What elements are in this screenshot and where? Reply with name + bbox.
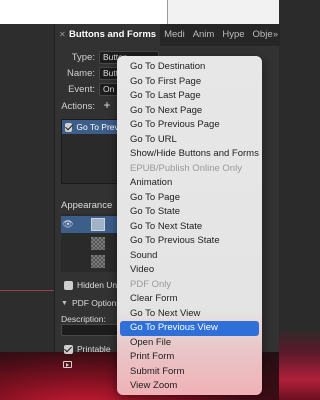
appearance-state-rollover[interactable] [61,235,125,252]
printable-row: Printable [61,344,111,354]
action-list-item[interactable]: Go To Previous [62,120,124,134]
menu-item-open-file[interactable]: Open File [117,336,262,351]
pdf-options-section[interactable]: ▼ PDF Options [61,298,121,308]
double-chevron-right-icon[interactable]: » [273,29,278,39]
menu-item-video[interactable]: Video [117,263,262,278]
menu-header-epub: EPUB/Publish Online Only [130,162,242,174]
menu-item-sound[interactable]: Sound [117,249,262,264]
appearance-thumbnail [91,255,105,268]
menu-item-show-hide-buttons[interactable]: Show/Hide Buttons and Forms [117,147,262,162]
menu-item-go-to-page[interactable]: Go To Page [117,191,262,206]
menu-item-go-to-state[interactable]: Go To State [117,205,262,220]
page-edge [167,0,168,24]
appearance-state-click[interactable] [61,253,125,270]
action-list: Go To Previous [61,119,125,184]
close-icon[interactable]: ✕ [59,30,66,39]
appearance-label: Appearance [61,200,113,211]
menu-item-clear-form[interactable]: Clear Form [117,292,262,307]
add-action-button[interactable]: + [101,99,113,112]
menu-item-go-to-previous-view[interactable]: Go To Previous View [120,321,259,336]
appearance-state-normal[interactable]: 👁 [61,216,125,233]
chevron-down-icon[interactable]: ▼ [61,300,68,307]
menu-item-go-to-last-page[interactable]: Go To Last Page [117,89,262,104]
tab-hyperlinks[interactable]: Hype [218,24,248,46]
pdf-options-label: PDF Options [71,298,121,308]
menu-item-go-to-previous-page[interactable]: Go To Previous Page [117,118,262,133]
menu-item-print-form[interactable]: Print Form [117,350,262,365]
menu-item-submit-form[interactable]: Submit Form [117,365,262,380]
appearance-list: 👁 [61,214,125,272]
actions-label: Actions: [61,100,95,112]
tab-buttons-and-forms[interactable]: Buttons and Forms [55,24,161,46]
appearance-thumbnail [91,237,105,250]
menu-item-go-to-first-page[interactable]: Go To First Page [117,75,262,90]
preview-icon[interactable] [63,361,72,368]
menu-item-go-to-next-page[interactable]: Go To Next Page [117,104,262,119]
description-label: Description: [61,314,106,324]
hidden-until-triggered-checkbox[interactable] [64,280,73,290]
menu-item-go-to-next-state[interactable]: Go To Next State [117,220,262,235]
type-label: Type: [71,51,95,63]
tab-animation[interactable]: Anim [189,24,219,46]
description-field[interactable] [61,324,121,336]
panel-tab-bar: ✕ Buttons and Forms Medi Anim Hype Obje … [55,24,280,46]
document-pasteboard [168,0,279,24]
menu-item-go-to-next-view[interactable]: Go To Next View [117,307,262,322]
printable-checkbox[interactable] [64,344,73,354]
menu-header-pdf-only: PDF Only [130,278,172,290]
menu-item-go-to-url[interactable]: Go To URL [117,133,262,148]
tab-media[interactable]: Medi [160,24,189,46]
name-label: Name: [67,67,95,79]
document-page [0,0,168,24]
menu-item-go-to-destination[interactable]: Go To Destination [117,60,262,75]
menu-item-go-to-previous-state[interactable]: Go To Previous State [117,234,262,249]
menu-item-view-zoom[interactable]: View Zoom [117,379,262,394]
printable-label: Printable [77,344,111,354]
event-label: Event: [68,83,95,95]
action-dropdown-menu: Go To Destination Go To First Page Go To… [117,56,262,395]
action-enabled-checkbox[interactable] [65,122,73,132]
eye-icon[interactable]: 👁 [61,219,75,230]
appearance-thumbnail [91,218,105,231]
menu-item-animation[interactable]: Animation [117,176,262,191]
